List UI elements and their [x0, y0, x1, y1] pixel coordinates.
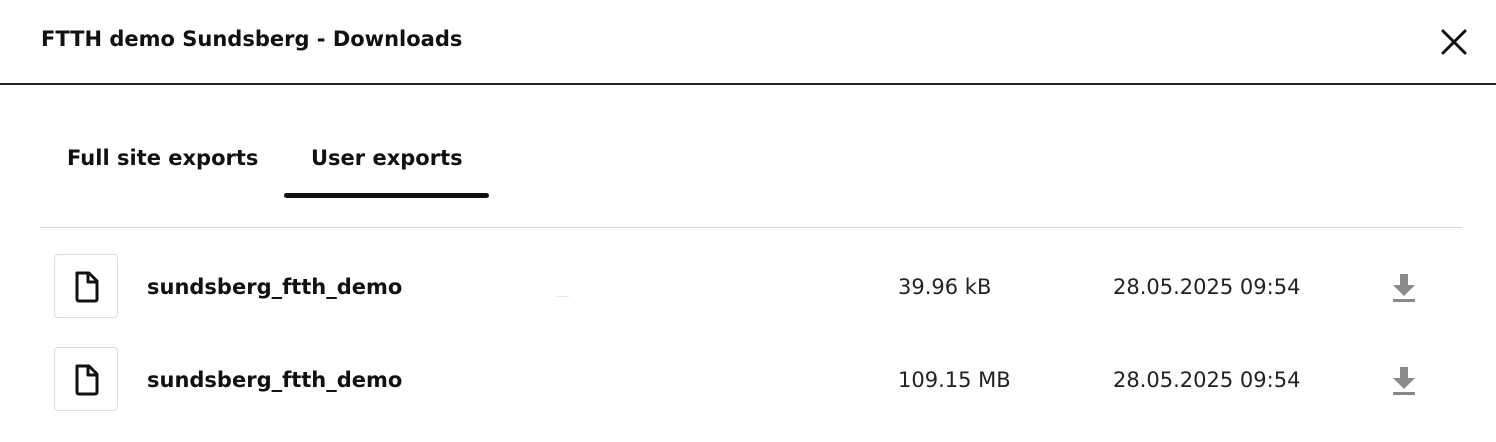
file-name[interactable]: sundsberg_ftth_demo	[147, 275, 413, 299]
download-icon	[1393, 274, 1415, 302]
dialog-header: FTTH demo Sundsberg - Downloads	[0, 0, 1496, 85]
tab-user-exports[interactable]: User exports	[311, 146, 463, 170]
file-icon-box	[54, 347, 118, 411]
file-date: 28.05.2025 09:54	[1113, 275, 1301, 299]
dialog-title: FTTH demo Sundsberg - Downloads	[41, 27, 463, 51]
close-icon	[1441, 29, 1467, 55]
file-icon	[75, 271, 99, 303]
file-name[interactable]: sundsberg_ftth_demo	[147, 368, 407, 392]
file-row: sundsberg_ftth_demo 109.15 MB 28.05.2025…	[40, 336, 1462, 426]
file-row: sundsberg_ftth_demo 39.96 kB 28.05.2025 …	[40, 243, 1462, 333]
active-tab-indicator	[284, 193, 489, 198]
download-button[interactable]	[1388, 364, 1420, 398]
file-date: 28.05.2025 09:54	[1113, 368, 1301, 392]
file-size: 109.15 MB	[898, 368, 1011, 392]
divider-mark	[557, 296, 569, 297]
file-icon	[75, 364, 99, 396]
tab-bar: Full site exports User exports	[40, 86, 1462, 228]
file-size: 39.96 kB	[898, 275, 992, 299]
close-button[interactable]	[1438, 26, 1470, 58]
file-icon-box	[54, 254, 118, 318]
tab-full-site-exports[interactable]: Full site exports	[67, 146, 258, 170]
download-icon	[1393, 367, 1415, 395]
download-button[interactable]	[1388, 271, 1420, 305]
